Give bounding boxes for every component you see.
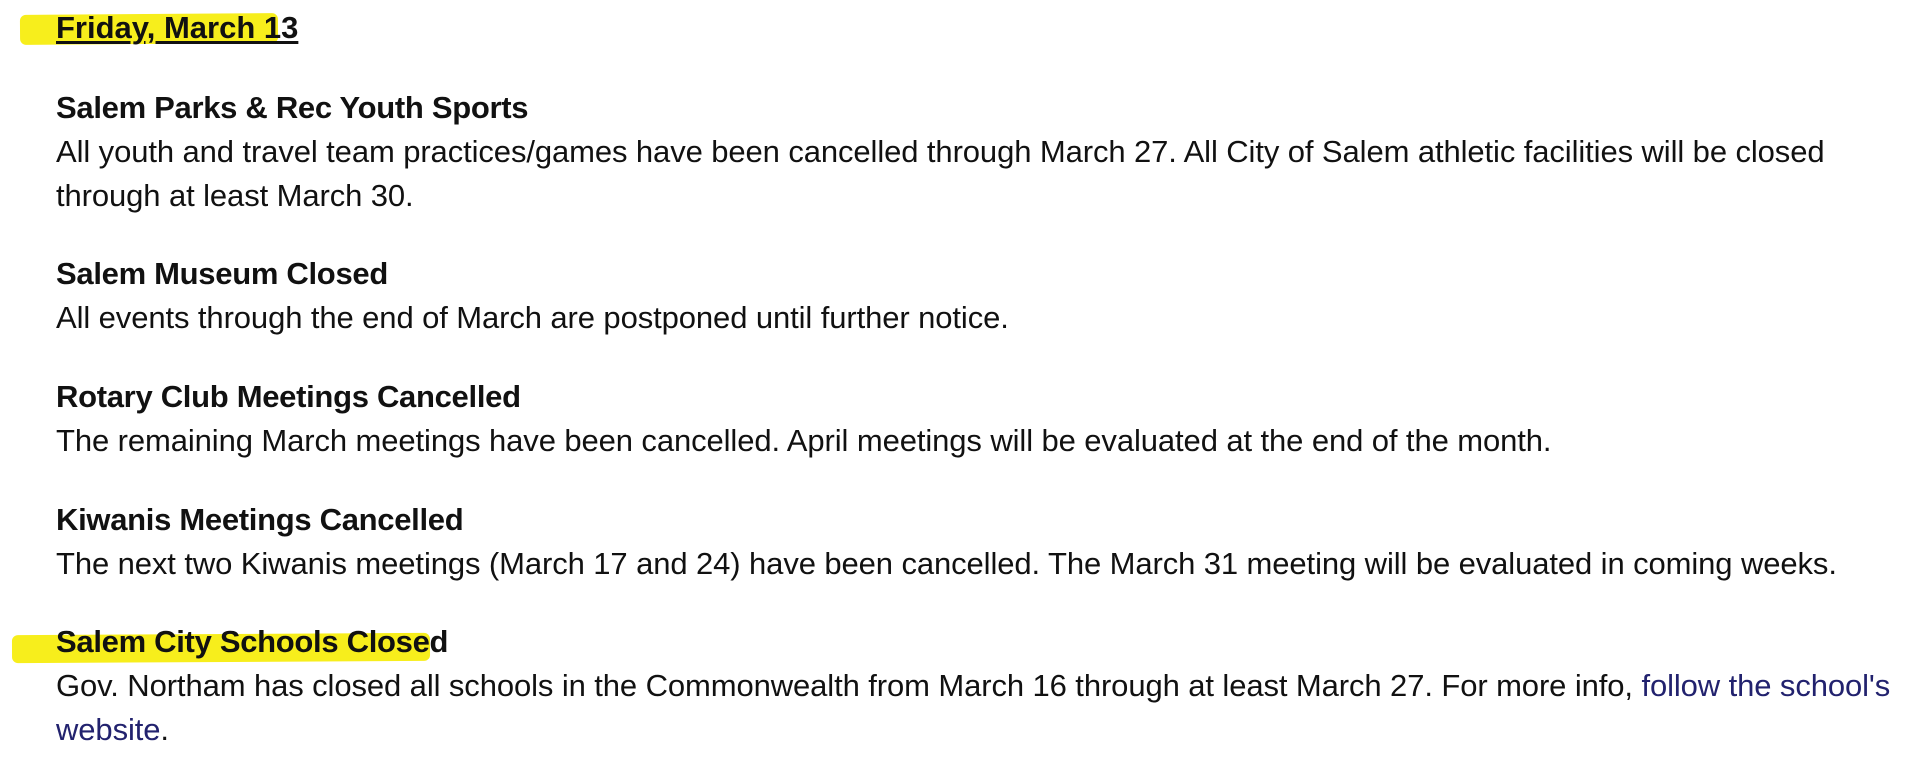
entry-body: The next two Kiwanis meetings (March 17 … bbox=[56, 546, 1837, 581]
date-heading[interactable]: Friday, March 13 bbox=[56, 8, 298, 48]
entry-body: All youth and travel team practices/game… bbox=[56, 134, 1825, 213]
entry-body: The remaining March meetings have been c… bbox=[56, 423, 1552, 458]
entry-kiwanis: Kiwanis Meetings Cancelled The next two … bbox=[56, 498, 1926, 586]
entry-title: Salem Parks & Rec Youth Sports bbox=[56, 90, 529, 125]
entry-body-text: Gov. Northam has closed all schools in t… bbox=[56, 668, 1642, 703]
entry-title: Kiwanis Meetings Cancelled bbox=[56, 502, 464, 537]
entry-body: All events through the end of March are … bbox=[56, 300, 1009, 335]
entry-title: Rotary Club Meetings Cancelled bbox=[56, 379, 521, 414]
entry-body-end: . bbox=[160, 712, 169, 747]
announcements-page: Friday, March 13 Salem Parks & Rec Youth… bbox=[0, 0, 1926, 770]
entry-schools: Salem City Schools Closed Gov. Northam h… bbox=[56, 620, 1926, 752]
entry-title: Salem Museum Closed bbox=[56, 256, 388, 291]
entry-parks-rec: Salem Parks & Rec Youth Sports All youth… bbox=[56, 86, 1926, 218]
entry-rotary: Rotary Club Meetings Cancelled The remai… bbox=[56, 375, 1926, 463]
entry-museum: Salem Museum Closed All events through t… bbox=[56, 252, 1926, 340]
entry-title: Salem City Schools Closed bbox=[56, 624, 449, 659]
entry-body: Gov. Northam has closed all schools in t… bbox=[56, 664, 1926, 752]
